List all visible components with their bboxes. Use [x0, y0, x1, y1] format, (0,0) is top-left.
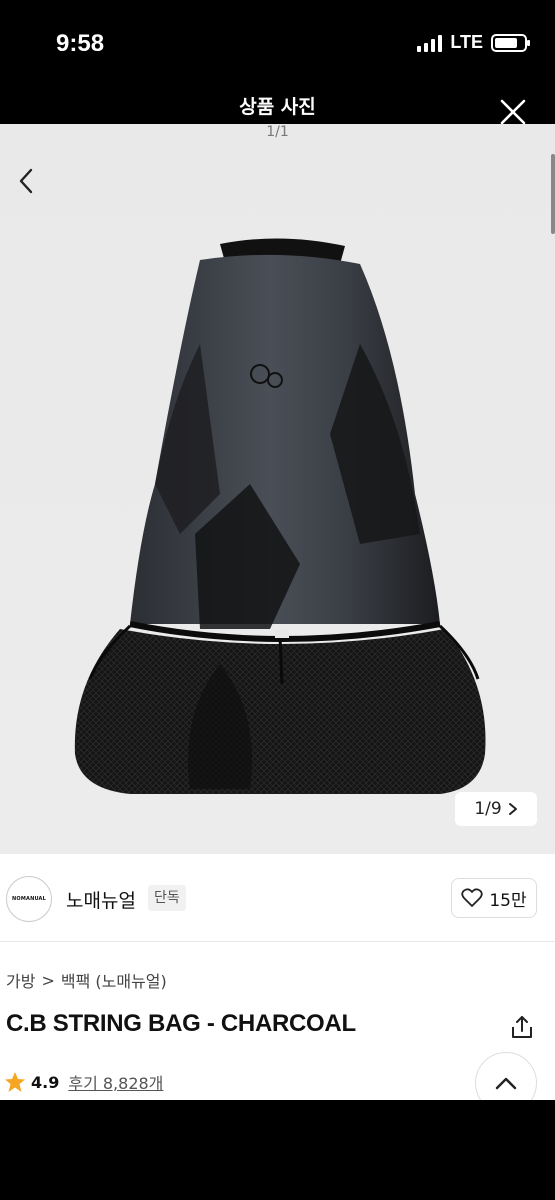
- viewer-title: 상품 사진: [239, 96, 316, 118]
- share-icon[interactable]: [509, 1014, 535, 1040]
- breadcrumb-separator: >: [41, 970, 55, 990]
- star-icon: [5, 1072, 25, 1092]
- breadcrumb-subcategory[interactable]: 백팩 (노매뉴얼): [61, 968, 167, 992]
- viewer-counter: 1/1: [266, 124, 289, 140]
- status-time: 9:58: [56, 30, 105, 57]
- product-title: C.B STRING BAG - CHARCOAL: [6, 1010, 356, 1037]
- image-counter-button[interactable]: 1/9: [455, 792, 537, 826]
- breadcrumb: 가방 > 백팩 (노매뉴얼): [6, 968, 167, 992]
- heart-icon: [461, 888, 484, 907]
- store-logo-text: NOMANUAL: [11, 896, 47, 902]
- like-button[interactable]: 15만: [451, 878, 537, 918]
- status-indicators: LTE: [417, 32, 530, 53]
- scrollbar[interactable]: [551, 154, 555, 234]
- network-label: LTE: [450, 32, 483, 52]
- product-hero: 1/9: [0, 124, 555, 854]
- rating-row: 4.9 후기 8,828개: [4, 1070, 163, 1094]
- rating-score: 4.9: [31, 1072, 60, 1092]
- photo-viewer-header: 상품 사진: [0, 88, 555, 126]
- store-name[interactable]: 노매뉴얼: [66, 886, 136, 913]
- status-bar: 9:58 LTE: [0, 0, 555, 88]
- back-icon[interactable]: [12, 166, 42, 196]
- signal-icon: [417, 34, 443, 52]
- battery-icon: [491, 33, 530, 52]
- chevron-right-icon: [508, 803, 517, 815]
- chevron-up-icon: [495, 1077, 517, 1090]
- like-count: 15만: [489, 890, 527, 911]
- scroll-to-top-button[interactable]: [475, 1052, 537, 1100]
- review-count-link[interactable]: 후기 8,828개: [68, 1070, 163, 1094]
- image-counter-label: 1/9: [474, 799, 502, 819]
- store-logo[interactable]: NOMANUAL: [6, 876, 52, 922]
- exclusive-badge: 단독: [148, 885, 186, 911]
- product-photo: 1/9 NOMANUAL 노매뉴얼 단독 15만 가방 > 백팩 (노매뉴얼) …: [0, 124, 555, 1100]
- viewer-footer: [0, 1100, 555, 1200]
- product-image-backpack: [74, 238, 486, 794]
- store-row: NOMANUAL 노매뉴얼 단독 15만: [0, 854, 555, 942]
- breadcrumb-category[interactable]: 가방: [6, 968, 35, 992]
